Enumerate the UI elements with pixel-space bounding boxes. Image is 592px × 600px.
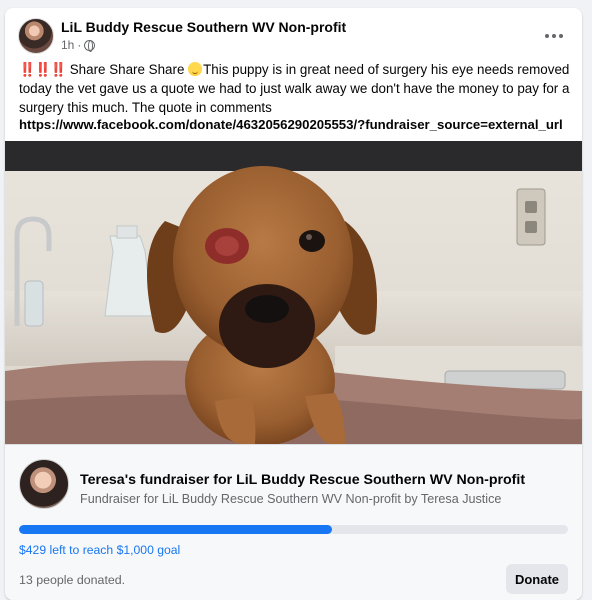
post-text: ‼️‼️‼️ Share Share Share This puppy is i… — [19, 60, 573, 117]
post-meta: 1h · — [61, 38, 96, 52]
fundraiser-subtitle: Fundraiser for LiL Buddy Rescue Southern… — [80, 492, 502, 506]
fundraiser-avatar[interactable] — [19, 459, 69, 509]
post-header: LiL Buddy Rescue Southern WV Non-profit … — [5, 8, 582, 62]
progress-fill — [19, 525, 333, 534]
more-options-icon[interactable] — [540, 22, 568, 50]
donate-link[interactable]: https://www.facebook.com/donate/46320562… — [19, 117, 563, 132]
double-exclamation-icon: ‼️‼️‼️ — [19, 62, 67, 77]
post-text-intro: Share Share Share — [66, 62, 189, 77]
post-photo[interactable] — [5, 141, 582, 444]
goal-text: $429 left to reach $1,000 goal — [19, 543, 181, 557]
donors-count: 13 people donated. — [19, 573, 126, 587]
donate-button[interactable]: Donate — [506, 564, 568, 594]
puppy-photo-image — [5, 141, 582, 444]
page-avatar[interactable] — [18, 18, 54, 54]
flushed-face-emoji-icon — [188, 62, 203, 76]
post-card: LiL Buddy Rescue Southern WV Non-profit … — [5, 8, 582, 600]
globe-icon[interactable] — [84, 39, 96, 52]
fundraiser-card[interactable]: Teresa's fundraiser for LiL Buddy Rescue… — [5, 444, 582, 600]
fundraiser-title[interactable]: Teresa's fundraiser for LiL Buddy Rescue… — [80, 472, 525, 488]
page-name[interactable]: LiL Buddy Rescue Southern WV Non-profit — [61, 19, 346, 35]
fundraiser-progress-bar — [19, 525, 568, 534]
meta-separator: · — [77, 38, 82, 52]
post-time[interactable]: 1h — [61, 38, 74, 52]
